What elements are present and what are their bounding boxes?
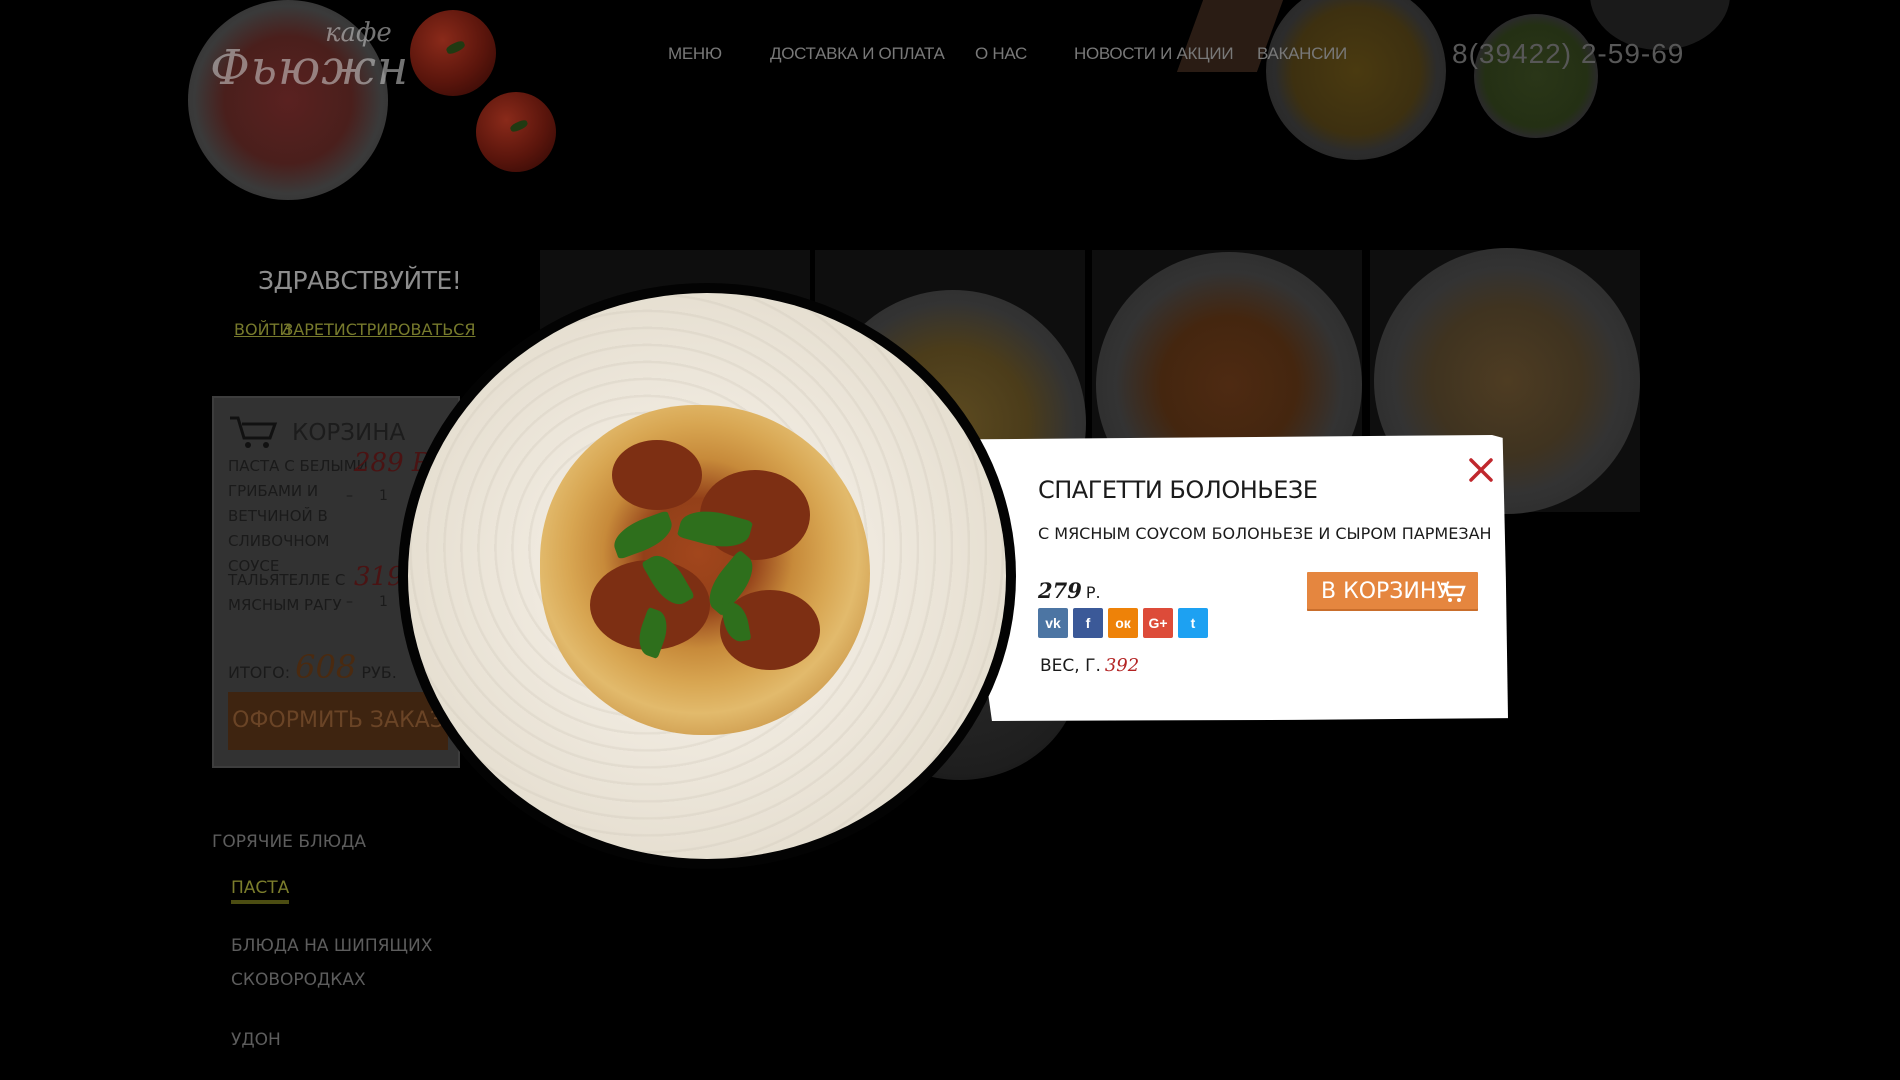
phone-number[interactable]: 8(39422) 2-59-69 [1452, 38, 1684, 70]
product-price: 279 Р. [1038, 578, 1101, 603]
spaghetti-image [540, 405, 870, 735]
cart-total: ИТОГО: 608 РУБ. [228, 648, 397, 686]
twitter-icon[interactable]: t [1178, 608, 1208, 638]
product-weight: ВЕС, Г. 392 [1040, 655, 1139, 676]
nav-vacancies[interactable]: ВАКАНСИИ [1257, 44, 1347, 64]
product-description: С МЯСНЫМ СОУСОМ БОЛОНЬЕЗЕ И СЫРОМ ПАРМЕЗ… [1038, 524, 1492, 543]
greeting: ЗДРАВСТВУЙТЕ! [258, 266, 462, 295]
nav-about[interactable]: О НАС [975, 44, 1027, 64]
price-value: 279 [1038, 578, 1082, 603]
google-plus-icon[interactable]: G+ [1143, 608, 1173, 638]
cart-title: КОРЗИНА [292, 420, 406, 446]
cart-item-qty: 1 [379, 488, 388, 504]
category-sizzling-cont[interactable]: СКОВОРОДКАХ [231, 970, 366, 990]
cart-total-label: ИТОГО: [228, 663, 291, 682]
qty-decrease-button[interactable]: – [346, 594, 353, 610]
cart-item-qty: 1 [379, 594, 388, 610]
category-hot-dishes[interactable]: ГОРЯЧИЕ БЛЮДА [212, 832, 366, 852]
sauce-bowl-image [1474, 14, 1598, 138]
add-to-cart-label: В КОРЗИНУ [1321, 579, 1450, 604]
nav-delivery[interactable]: ДОСТАВКА И ОПЛАТА [770, 44, 945, 64]
odnoklassniki-icon[interactable]: ок [1108, 608, 1138, 638]
weight-value: 392 [1104, 655, 1140, 676]
cheese-bowl-image [1266, 0, 1446, 160]
product-title: СПАГЕТТИ БОЛОНЬЕЗЕ [1038, 476, 1318, 504]
close-icon[interactable] [1467, 456, 1495, 484]
qty-decrease-button[interactable]: – [346, 488, 353, 504]
register-link[interactable]: ЗАРЕТИСТРИРОВАТЬСЯ [283, 320, 475, 339]
cart-item-price: 319 [354, 562, 404, 592]
shopping-cart-icon [230, 416, 278, 448]
weight-label: ВЕС, Г. [1040, 656, 1101, 676]
category-pasta[interactable]: ПАСТА [231, 878, 290, 904]
add-to-cart-button[interactable]: В КОРЗИНУ [1307, 572, 1478, 611]
category-udon[interactable]: УДОН [231, 1030, 281, 1050]
checkout-button[interactable]: ОФОРМИТЬ ЗАКАЗ [228, 692, 448, 750]
nav-menu[interactable]: МЕНЮ [668, 44, 722, 64]
nav-news[interactable]: НОВОСТИ И АКЦИИ [1074, 44, 1234, 64]
cart-total-currency: РУБ. [361, 663, 397, 682]
cart-item-name: ТАЛЬЯТЕЛЛЕ С МЯСНЫМ РАГУ [228, 571, 346, 614]
category-sizzling[interactable]: БЛЮДА НА ШИПЯЩИХ [231, 936, 432, 956]
sauce-detail [612, 440, 702, 510]
cart-total-value: 608 [295, 648, 357, 686]
shopping-cart-icon [1441, 582, 1466, 602]
facebook-icon[interactable]: f [1073, 608, 1103, 638]
cafe-logo[interactable]: кафе Фьюжн [210, 18, 430, 98]
tomato-image [476, 92, 556, 172]
vk-icon[interactable]: vk [1038, 608, 1068, 638]
logo-title: Фьюжн [210, 40, 410, 96]
price-currency: Р. [1085, 583, 1101, 602]
